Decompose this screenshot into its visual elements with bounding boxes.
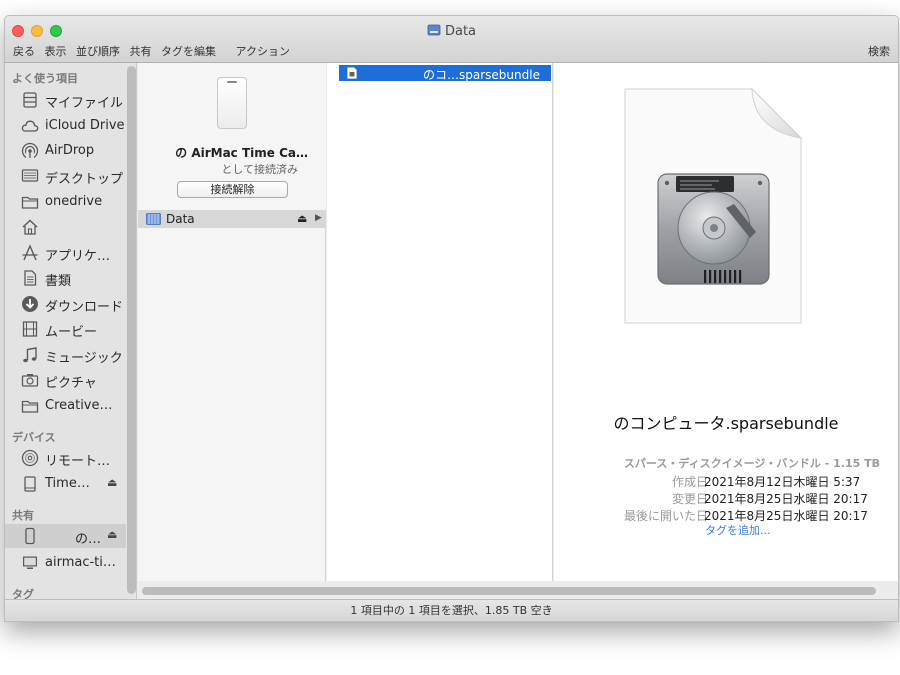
- preview-pane: のコンピュータ.sparsebundle スパース・ディスクイメージ・バンドル …: [554, 63, 898, 581]
- desktop-icon: [21, 169, 39, 182]
- sidebar-item-icloud-drive[interactable]: iCloud Drive: [5, 114, 126, 138]
- device-connection-status: として接続済み: [221, 163, 298, 176]
- back-button[interactable]: 戻る: [13, 45, 35, 58]
- drive-icon: [24, 476, 36, 492]
- add-tags-link[interactable]: タグを追加...: [705, 522, 771, 538]
- modified-value: 2021年8月25日水曜日 20:17: [704, 492, 868, 506]
- disconnect-button[interactable]: 接続解除: [177, 181, 288, 198]
- share-button[interactable]: 共有: [130, 45, 152, 58]
- file-row-sparsebundle[interactable]: のコ…sparsebundle: [339, 65, 551, 82]
- sidebar-item-movies[interactable]: ムービー: [5, 317, 126, 341]
- home-icon: [22, 219, 38, 235]
- action-button[interactable]: アクション: [236, 45, 290, 58]
- sidebar-scrollbar[interactable]: [127, 66, 136, 594]
- devices-heading: デバイス: [12, 431, 56, 444]
- all-files-icon: [23, 92, 37, 108]
- sidebar-item-onedrive[interactable]: onedrive: [5, 190, 126, 214]
- network-volume-icon: [427, 24, 441, 36]
- last-opened-label: 最後に開いた日: [623, 509, 708, 523]
- preview-filename: のコンピュータ.sparsebundle: [613, 414, 839, 433]
- sidebar: よく使う項目 マイファイル iCloud Drive AirDrop デスクトッ…: [5, 63, 137, 599]
- download-icon: [22, 296, 38, 312]
- airmac-icon: [25, 527, 35, 545]
- finder-window: Data 戻る 表示 並び順序 共有 タグを編集 アクション 検索 よく使う項目…: [4, 15, 899, 622]
- airmac-device-icon: [217, 77, 247, 129]
- file-label: のコ…sparsebundle: [423, 68, 540, 82]
- eject-icon[interactable]: ⏏: [297, 212, 307, 225]
- folder-icon: [21, 400, 39, 413]
- sidebar-item-documents[interactable]: 書類: [5, 266, 126, 290]
- sidebar-item-pictures[interactable]: ピクチャ: [5, 368, 126, 392]
- created-label: 作成日: [671, 475, 708, 489]
- folder-icon: [21, 196, 39, 209]
- sidebar-item-label: 書類: [45, 274, 72, 289]
- sidebar-item-music[interactable]: ミュージック: [5, 343, 126, 367]
- airdrop-icon: [21, 142, 39, 160]
- volume-label: Data: [166, 212, 195, 226]
- shared-heading: 共有: [12, 509, 34, 522]
- sidebar-item-label: AirDrop: [45, 143, 95, 158]
- sidebar-item-my-files[interactable]: マイファイル: [5, 88, 126, 112]
- document-icon: [24, 270, 37, 286]
- sidebar-item-shared-airmac[interactable]: の… ⏏: [5, 524, 126, 548]
- sidebar-item-time-machine[interactable]: Time… ⏏: [5, 472, 126, 496]
- sidebar-item-desktop[interactable]: デスクトップ: [5, 164, 126, 188]
- sidebar-item-downloads[interactable]: ダウンロード: [5, 292, 126, 316]
- sidebar-item-home[interactable]: [5, 215, 126, 239]
- horizontal-scrollbar[interactable]: [142, 587, 876, 595]
- status-bar: 1 項目中の 1 項目を選択、1.85 TB 空き: [5, 599, 898, 621]
- sidebar-item-creative[interactable]: Creative…: [5, 394, 126, 418]
- sidebar-item-applications[interactable]: アプリケ…: [5, 241, 126, 265]
- sidebar-item-label: airmac-ti…: [45, 555, 116, 570]
- sidebar-item-airmac-ti[interactable]: airmac-ti…: [5, 551, 126, 575]
- device-name: の AirMac Time Ca…: [175, 146, 308, 160]
- column-devices: の AirMac Time Ca… として接続済み 接続解除 Data ⏏ ▶ …: [138, 63, 333, 581]
- music-icon: [23, 347, 37, 363]
- monitor-icon: [23, 556, 37, 569]
- column-files: のコ…sparsebundle ||: [327, 63, 562, 581]
- favorites-heading: よく使う項目: [12, 72, 78, 85]
- toolbar: 戻る 表示 並び順序 共有 タグを編集 アクション: [13, 43, 296, 59]
- sidebar-item-airdrop[interactable]: AirDrop: [5, 139, 126, 163]
- tags-heading: タグ: [12, 588, 34, 599]
- disclosure-arrow-icon: ▶: [315, 213, 322, 223]
- preview-kind: スパース・ディスクイメージ・バンドル - 1.15 TB: [623, 457, 880, 470]
- window-title: Data: [5, 23, 898, 39]
- cloud-icon: [21, 120, 39, 132]
- eject-icon[interactable]: ⏏: [107, 476, 117, 489]
- disc-icon: [21, 449, 39, 467]
- edit-tags-button[interactable]: タグを編集: [161, 45, 216, 58]
- sidebar-item-label: の…: [75, 532, 102, 547]
- sidebar-item-label: マイファイル: [45, 96, 124, 111]
- volume-icon: [146, 213, 161, 225]
- device-panel: の AirMac Time Ca… として接続済み 接続解除: [138, 63, 326, 209]
- applications-icon: [22, 244, 38, 261]
- sidebar-item-label: Creative…: [45, 398, 113, 413]
- view-button[interactable]: 表示: [45, 45, 67, 58]
- sidebar-item-label: リモート…: [45, 454, 111, 469]
- sidebar-item-remote-disc[interactable]: リモート…: [5, 446, 126, 470]
- sidebar-item-label: ミュージック: [45, 351, 123, 366]
- window-title-text: Data: [444, 24, 477, 39]
- sidebar-item-label: アプリケ…: [45, 249, 111, 264]
- sidebar-item-label: onedrive: [45, 194, 103, 209]
- created-value: 2021年8月12日木曜日 5:37: [704, 475, 861, 489]
- disk-image-icon: [347, 67, 357, 79]
- eject-icon[interactable]: ⏏: [107, 528, 117, 541]
- sidebar-item-label: ダウンロード: [45, 300, 124, 315]
- modified-label: 変更日: [671, 492, 708, 506]
- title-bar[interactable]: Data 戻る 表示 並び順序 共有 タグを編集 アクション 検索: [5, 16, 898, 63]
- search-button[interactable]: 検索: [868, 43, 890, 59]
- movie-icon: [22, 321, 38, 337]
- volume-row-data[interactable]: Data ⏏ ▶: [138, 210, 326, 228]
- camera-icon: [21, 374, 39, 387]
- sparsebundle-preview-icon: [624, 88, 802, 324]
- sidebar-item-label: iCloud Drive: [45, 118, 125, 133]
- sidebar-item-label: デスクトップ: [45, 172, 124, 187]
- sidebar-item-label: ピクチャ: [45, 376, 97, 391]
- arrange-button[interactable]: 並び順序: [76, 45, 120, 58]
- sidebar-item-label: ムービー: [45, 325, 98, 340]
- sidebar-item-label: Time…: [45, 476, 90, 491]
